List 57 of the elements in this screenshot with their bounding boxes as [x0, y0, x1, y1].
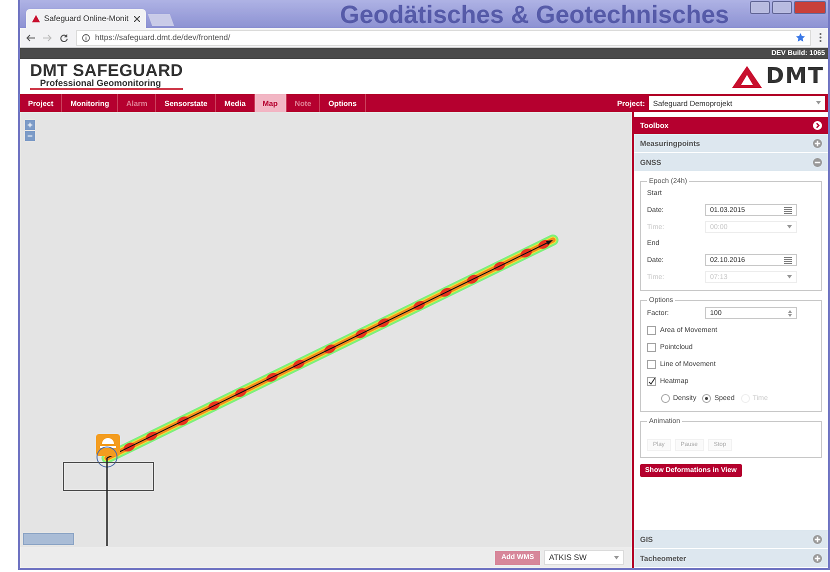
- menu-icon[interactable]: [819, 33, 822, 42]
- heat-spot: [146, 432, 158, 441]
- reload-icon[interactable]: [60, 34, 68, 42]
- checkbox[interactable]: [647, 376, 656, 386]
- expand-icon: [813, 554, 822, 562]
- info-icon: [82, 34, 90, 42]
- minimize-button[interactable]: [750, 1, 770, 14]
- browser-tab[interactable]: Safeguard Online-Monit: [26, 9, 146, 28]
- close-icon[interactable]: [134, 16, 140, 22]
- heat-spot: [177, 416, 188, 426]
- caret-icon[interactable]: [614, 556, 619, 560]
- logo-icon: [32, 14, 40, 22]
- heat-spot: [440, 288, 452, 297]
- spinner-icon[interactable]: [788, 310, 792, 316]
- chevron-icon: [813, 121, 822, 130]
- radio-dot-icon: [705, 396, 708, 400]
- heat-spot: [266, 372, 278, 382]
- heat-spot: [378, 318, 390, 328]
- expand-icon: [813, 138, 822, 148]
- address-field[interactable]: https://safeguard.dmt.de/dev/frontend/: [76, 30, 811, 46]
- heat-spot: [124, 442, 135, 452]
- brand-subtitle: Professional Geomonitoring: [30, 78, 184, 90]
- star-icon[interactable]: [796, 33, 805, 42]
- brand-title: DMT SAFEGUARD: [30, 63, 184, 78]
- heat-spot: [467, 274, 478, 284]
- radio-button[interactable]: [661, 394, 670, 402]
- logo-text: DMT: [766, 64, 824, 89]
- collapse-icon: [813, 158, 822, 166]
- heat-spot: [494, 262, 506, 271]
- calendar-icon[interactable]: [784, 256, 792, 264]
- gnss-marker-icon: [96, 434, 120, 456]
- maximize-button[interactable]: [772, 1, 792, 14]
- heat-spot: [208, 401, 220, 410]
- checkbox[interactable]: [647, 342, 656, 352]
- background-window-title: Geodätisches & Geotechnisches: [340, 1, 730, 28]
- checkbox[interactable]: [647, 326, 656, 334]
- sensor-circle-icon: [96, 446, 118, 468]
- heat-spot: [356, 329, 367, 338]
- heat-spot: [414, 300, 425, 310]
- caret-icon[interactable]: [816, 101, 821, 105]
- logo-icon: [732, 66, 762, 88]
- heat-spot: [324, 344, 336, 354]
- heat-spot: [293, 360, 304, 369]
- heat-spot: [520, 248, 532, 258]
- heat-spot: [235, 388, 246, 398]
- back-icon[interactable]: [26, 34, 35, 42]
- caret-icon[interactable]: [787, 275, 792, 279]
- expand-icon: [813, 534, 822, 544]
- new-tab-button[interactable]: [148, 14, 174, 26]
- forward-icon[interactable]: [43, 34, 52, 42]
- checkmark-icon: [648, 378, 655, 384]
- scale-bar: [23, 533, 74, 545]
- layer-select[interactable]: ATKIS SW: [544, 550, 624, 565]
- checkbox[interactable]: [647, 360, 656, 368]
- calendar-icon[interactable]: [784, 206, 792, 214]
- caret-icon[interactable]: [787, 225, 792, 229]
- radio-button[interactable]: [702, 394, 712, 402]
